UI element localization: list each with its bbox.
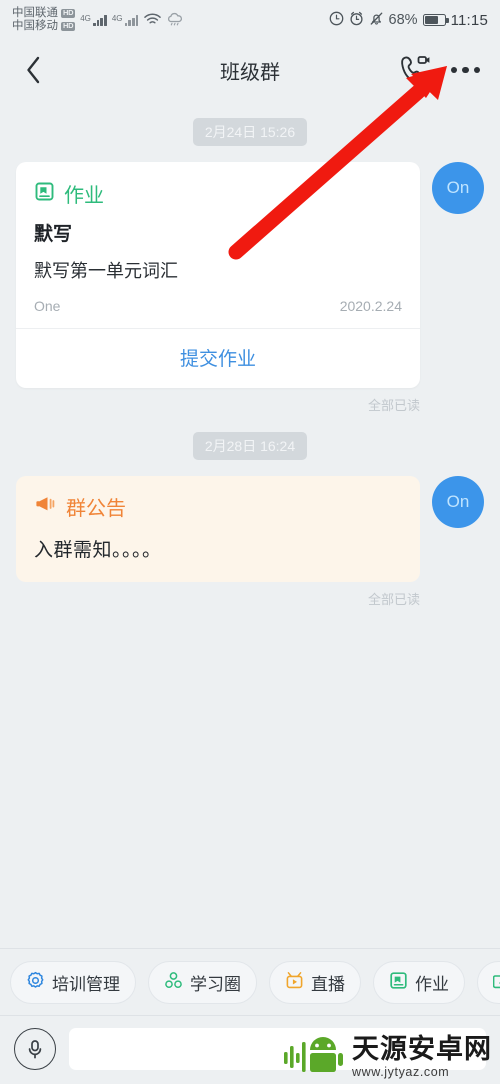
battery-percent-label: 68% — [388, 12, 418, 28]
header-actions — [397, 54, 483, 86]
clock-label: 11:15 — [450, 11, 488, 29]
folder-icon — [492, 971, 500, 995]
back-chevron-icon — [26, 56, 39, 84]
circles-icon — [164, 971, 183, 995]
carrier-row-1: 中国联通 HD — [12, 7, 76, 20]
dnd-icon — [329, 11, 344, 30]
battery-icon — [422, 14, 449, 26]
microphone-icon — [28, 1040, 42, 1059]
homework-author: One — [34, 298, 61, 314]
book-icon — [389, 971, 408, 995]
carrier-2-label: 中国移动 — [12, 20, 58, 32]
message-timestamp: 2月28日 16:24 — [192, 432, 308, 460]
chip-homework[interactable]: 作业 — [373, 961, 465, 1004]
network-type-1: 4G — [80, 14, 91, 23]
announcement-category-label: 群公告 — [66, 498, 126, 520]
signal-group-2: 4G — [112, 14, 139, 26]
status-bar-right: 68% 11:15 — [329, 11, 488, 30]
phone-screen: 中国联通 HD 中国移动 HD 4G 4G 68% 11:15 班级群 2月24… — [0, 0, 500, 1084]
voice-input-button[interactable] — [14, 1028, 56, 1070]
message-input-bar — [0, 1015, 500, 1084]
message-bubble-column: 群公告 入群需知。。。。 全部已读 — [16, 476, 420, 608]
carrier-1-label: 中国联通 — [12, 7, 58, 20]
app-header: 班级群 — [0, 40, 500, 100]
live-tv-icon — [285, 971, 304, 995]
homework-title: 默写 — [34, 224, 73, 245]
dot-3 — [473, 66, 480, 74]
hd-badge-2: HD — [61, 21, 76, 32]
announcement-body: 入群需知。。。。 — [34, 540, 162, 561]
status-bar: 中国联通 HD 中国移动 HD 4G 4G 68% 11:15 — [0, 0, 500, 40]
announcement-card[interactable]: 群公告 入群需知。。。。 — [16, 476, 420, 582]
more-options-button[interactable] — [449, 61, 483, 80]
weather-cloud-icon — [166, 12, 184, 28]
video-call-icon — [400, 56, 429, 83]
bell-muted-icon — [369, 11, 384, 30]
signal-bars-icon-2 — [124, 14, 139, 26]
avatar[interactable]: On — [432, 476, 484, 528]
message-row-announcement: 群公告 入群需知。。。。 全部已读 On — [0, 476, 500, 608]
gear-icon — [26, 971, 45, 995]
chat-message-list[interactable]: 2月24日 15:26 作业 默写 默写第一单元词汇 One 2020.2.24… — [0, 100, 500, 948]
chip-study-circle[interactable]: 学习圈 — [148, 961, 257, 1004]
signal-bars-icon-1 — [92, 14, 107, 26]
homework-card-header: 作业 — [16, 162, 420, 217]
timestamp-divider: 2月28日 16:24 — [0, 432, 500, 460]
video-call-button[interactable] — [397, 54, 431, 86]
avatar[interactable]: On — [432, 162, 484, 214]
read-status-homework: 全部已读 — [367, 398, 420, 413]
message-timestamp: 2月24日 15:26 — [192, 118, 308, 146]
back-button[interactable] — [18, 55, 48, 85]
homework-card-body: 默写 默写第一单元词汇 One 2020.2.24 — [16, 217, 420, 328]
carrier-info: 中国联通 HD 中国移动 HD — [12, 7, 76, 33]
signal-group-1: 4G — [80, 14, 107, 26]
message-text-input[interactable] — [69, 1028, 486, 1070]
homework-description: 默写第一单元词汇 — [34, 261, 178, 281]
chip-label: 培训管理 — [52, 975, 120, 994]
submit-homework-button[interactable]: 提交作业 — [16, 329, 420, 388]
chip-label: 直播 — [311, 975, 345, 994]
book-icon — [34, 181, 55, 207]
chip-label: 作业 — [415, 975, 449, 994]
message-row-homework: 作业 默写 默写第一单元词汇 One 2020.2.24 提交作业 全部已读 O… — [0, 162, 500, 414]
wifi-icon — [144, 13, 162, 28]
dot-1 — [450, 66, 457, 74]
chip-label: 学习圈 — [190, 975, 241, 994]
message-bubble-column: 作业 默写 默写第一单元词汇 One 2020.2.24 提交作业 全部已读 — [16, 162, 420, 414]
hd-badge-1: HD — [61, 8, 76, 19]
homework-card[interactable]: 作业 默写 默写第一单元词汇 One 2020.2.24 提交作业 — [16, 162, 420, 388]
quick-action-toolbar[interactable]: 培训管理 学习圈 直播 作业 — [0, 948, 500, 1015]
homework-meta: One 2020.2.24 — [34, 298, 402, 314]
announcement-card-header: 群公告 — [34, 492, 402, 521]
network-type-2: 4G — [111, 14, 123, 23]
chip-live-stream[interactable]: 直播 — [269, 961, 361, 1004]
megaphone-icon — [34, 494, 57, 519]
read-status-announcement: 全部已读 — [367, 592, 420, 607]
dot-2 — [462, 66, 469, 74]
homework-date: 2020.2.24 — [339, 298, 402, 314]
timestamp-divider: 2月24日 15:26 — [0, 118, 500, 146]
homework-category-label: 作业 — [64, 185, 104, 207]
alarm-icon — [349, 11, 364, 30]
chip-course[interactable]: 课 — [477, 961, 500, 1004]
chip-training-management[interactable]: 培训管理 — [10, 961, 136, 1004]
carrier-row-2: 中国移动 HD — [12, 20, 76, 33]
